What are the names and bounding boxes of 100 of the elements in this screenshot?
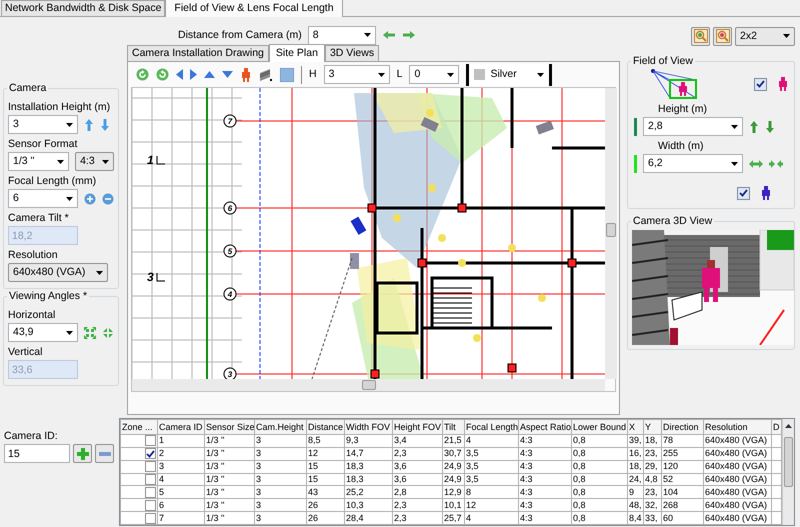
horizontal-angle-dropdown[interactable]: 43,9 [8, 323, 78, 342]
show-person-checkbox[interactable] [737, 186, 750, 200]
zone-checkbox[interactable] [145, 461, 156, 472]
distance-dropdown[interactable]: 8 [308, 26, 376, 44]
zone-checkbox[interactable] [145, 512, 156, 524]
column-header[interactable]: Width FOV [344, 420, 392, 434]
expand-icon[interactable] [84, 326, 96, 338]
fov-width-dropdown[interactable]: 6,2 [643, 154, 743, 173]
table-cell: 4 [158, 473, 204, 486]
column-header[interactable]: D [772, 420, 782, 434]
remove-button[interactable] [95, 444, 114, 463]
down-arrow-icon[interactable] [765, 120, 775, 134]
down-triangle-icon[interactable] [222, 71, 233, 78]
column-header[interactable]: Resolution [704, 420, 772, 434]
horizontal-scrollbar[interactable] [132, 379, 605, 391]
table-cell: 52 [662, 473, 704, 486]
left-triangle-icon[interactable] [176, 69, 183, 80]
column-header[interactable]: Y [644, 420, 662, 434]
color-dropdown[interactable]: Silver [466, 64, 552, 86]
column-header[interactable]: Direction [662, 420, 704, 434]
table-cell: 3 [158, 460, 204, 474]
up-triangle-icon[interactable] [204, 71, 215, 78]
table-cell: 268 [662, 498, 704, 512]
tab[interactable]: Network Bandwidth & Disk Space [1, 0, 166, 16]
minus-icon[interactable] [102, 192, 114, 204]
expand-arrows-icon[interactable] [749, 158, 763, 168]
column-header[interactable]: Aspect Ratio [518, 420, 572, 434]
table-cell: 23, [644, 486, 662, 499]
show-target-checkbox[interactable] [754, 78, 767, 90]
tab[interactable]: Field of View & Lens Focal Length [165, 0, 343, 17]
table-cell: 12 [306, 447, 344, 460]
person-icon[interactable] [240, 68, 252, 82]
rotate-left-icon[interactable] [136, 68, 149, 81]
table-cell: 120 [662, 460, 704, 474]
table-cell: 24, [628, 473, 644, 486]
column-header[interactable]: Camera ID [158, 420, 204, 434]
tab[interactable]: Camera Installation Drawing [127, 45, 269, 61]
camera-id-field[interactable]: 15 [4, 444, 70, 463]
floor-plan-drawing[interactable] [132, 88, 605, 379]
tab[interactable]: Site Plan [268, 44, 325, 62]
zone-checkbox[interactable] [145, 486, 156, 498]
table-cell: 4:3 [518, 447, 572, 460]
rotate-right-icon[interactable] [156, 68, 169, 81]
vertical-scrollbar[interactable] [605, 88, 617, 379]
collapse-arrows-icon[interactable] [769, 158, 783, 168]
shrink-icon[interactable] [102, 326, 114, 338]
table-cell: 18, [628, 460, 644, 474]
column-header[interactable]: Focal Length [464, 420, 518, 434]
aspect-ratio-dropdown[interactable]: 4:3 [75, 152, 114, 171]
wall-icon[interactable] [259, 68, 273, 81]
column-header[interactable]: Tilt [442, 420, 464, 434]
add-button[interactable] [73, 444, 92, 463]
focal-length-dropdown[interactable]: 6 [8, 189, 78, 208]
column-header[interactable]: Zone ... [120, 420, 158, 434]
fov-height-dropdown[interactable]: 2,8 [643, 117, 743, 136]
zoom-out-button[interactable] [713, 26, 732, 46]
zone-checkbox[interactable] [145, 474, 156, 485]
zone-checkbox[interactable] [145, 500, 156, 511]
column-header[interactable]: X [628, 420, 644, 434]
table-cell: 10,3 [344, 498, 392, 512]
left-arrow-icon[interactable] [382, 30, 396, 40]
cube-icon[interactable] [280, 68, 294, 82]
resolution-dropdown[interactable]: 640x480 (VGA) [8, 263, 108, 282]
caret-icon [783, 34, 790, 38]
table-cell: 33, [644, 512, 662, 524]
vertical-scrollbar[interactable] [782, 419, 794, 525]
down-arrow-icon[interactable] [100, 118, 110, 132]
table-cell: 26 [306, 498, 344, 512]
floor-label: 3 [147, 270, 154, 284]
table-cell: 2,3 [392, 512, 442, 524]
person-icon [777, 77, 789, 91]
column-header[interactable]: Height FOV [392, 420, 442, 434]
height-dropdown[interactable]: 3 [8, 115, 78, 134]
column-header[interactable]: Distance [306, 420, 344, 434]
table-cell: 9 [628, 486, 644, 499]
table-cell: 21,5 [442, 434, 464, 448]
up-arrow-icon[interactable] [84, 118, 94, 132]
zoom-in-button[interactable] [691, 26, 710, 46]
plus-icon[interactable] [84, 192, 96, 204]
l-dropdown[interactable]: 0 [409, 65, 460, 84]
table-cell: 18,3 [344, 473, 392, 486]
field-label: Camera Tilt * [8, 212, 70, 225]
table-cell: 1/3 '' [204, 447, 254, 460]
table-cell: 4:3 [518, 486, 572, 499]
layout-dropdown[interactable]: 2x2 [735, 26, 795, 46]
right-triangle-icon[interactable] [190, 69, 197, 80]
h-dropdown[interactable]: 3 [324, 65, 390, 84]
table-cell: 2 [158, 447, 204, 460]
zone-checkbox[interactable] [145, 448, 156, 460]
tab[interactable]: 3D Views [324, 45, 380, 61]
table-cell: 4:3 [518, 512, 572, 524]
table-cell: 29, [644, 460, 662, 474]
zone-checkbox[interactable] [145, 436, 156, 446]
sensor-format-dropdown[interactable]: 1/3 '' [8, 152, 70, 171]
field-label: Height (m) [658, 103, 708, 116]
column-header[interactable]: Cam.Height [254, 420, 306, 434]
column-header[interactable]: Lower Bound [572, 420, 628, 434]
table-cell: 1/3 '' [204, 512, 254, 524]
right-arrow-icon[interactable] [402, 30, 416, 40]
up-arrow-icon[interactable] [749, 120, 759, 134]
